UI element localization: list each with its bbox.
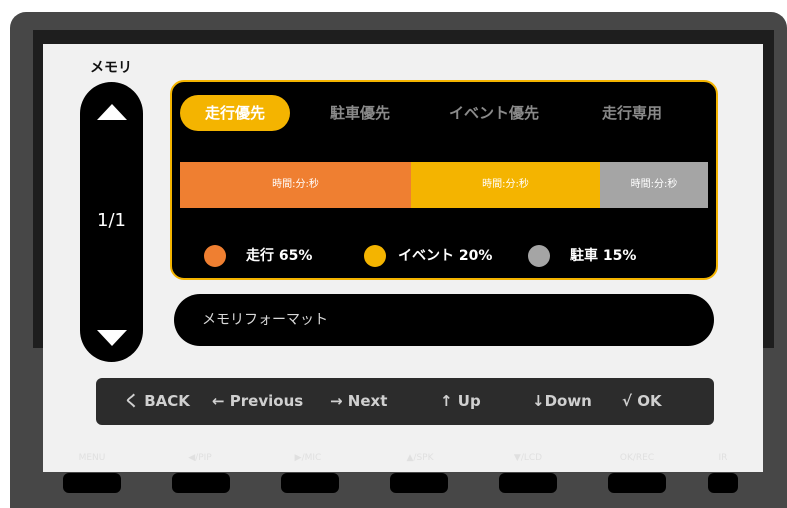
nav-back-button[interactable]: く BACK	[124, 378, 190, 425]
hw-ir-button[interactable]	[708, 473, 738, 493]
hw-label-mic: ▶/MIC	[294, 453, 322, 463]
nav-next-button[interactable]: → Next	[330, 378, 387, 425]
tab-parking-priority[interactable]: 駐車優先	[312, 95, 408, 131]
allocation-bar-parking: 時間:分:秒	[600, 162, 708, 208]
legend-label-event: イベント 20%	[398, 248, 493, 264]
hw-label-menu: MENU	[78, 453, 106, 463]
nav-previous-button[interactable]: ← Previous	[212, 378, 303, 425]
tab-driving-priority[interactable]: 走行優先	[180, 95, 290, 131]
scroll-up-arrow-icon[interactable]	[97, 104, 127, 120]
scroll-down-arrow-icon[interactable]	[97, 330, 127, 346]
page-title: メモリ	[90, 60, 132, 76]
allocation-bar-driving: 時間:分:秒	[180, 162, 411, 208]
memory-format-button[interactable]: メモリフォーマット	[174, 294, 714, 346]
hw-up-spk-button[interactable]	[390, 473, 448, 493]
nav-ok-button[interactable]: √ OK	[622, 378, 662, 425]
hw-label-lcd: ▼/LCD	[513, 453, 543, 463]
allocation-bar-event: 時間:分:秒	[411, 162, 600, 208]
page-indicator: 1/1	[97, 210, 126, 231]
legend-label-parking: 駐車 15%	[570, 248, 637, 264]
tab-event-priority[interactable]: イベント優先	[432, 95, 556, 131]
legend-dot-event	[364, 245, 386, 267]
hw-label-pip: ◀/PIP	[188, 453, 212, 463]
legend-dot-parking	[528, 245, 550, 267]
hw-label-ok-rec: OK/REC	[619, 453, 655, 463]
hw-ok-rec-button[interactable]	[608, 473, 666, 493]
hw-label-spk: ▲/SPK	[406, 453, 434, 463]
hw-label-ir: IR	[718, 453, 728, 463]
hw-right-mic-button[interactable]	[281, 473, 339, 493]
nav-up-button[interactable]: ↑ Up	[440, 378, 481, 425]
nav-down-button[interactable]: ↓Down	[532, 378, 592, 425]
hw-left-pip-button[interactable]	[172, 473, 230, 493]
legend-label-driving: 走行 65%	[246, 248, 313, 264]
hw-down-lcd-button[interactable]	[499, 473, 557, 493]
hw-menu-button[interactable]	[63, 473, 121, 493]
tab-driving-only[interactable]: 走行専用	[584, 95, 680, 131]
legend-dot-driving	[204, 245, 226, 267]
